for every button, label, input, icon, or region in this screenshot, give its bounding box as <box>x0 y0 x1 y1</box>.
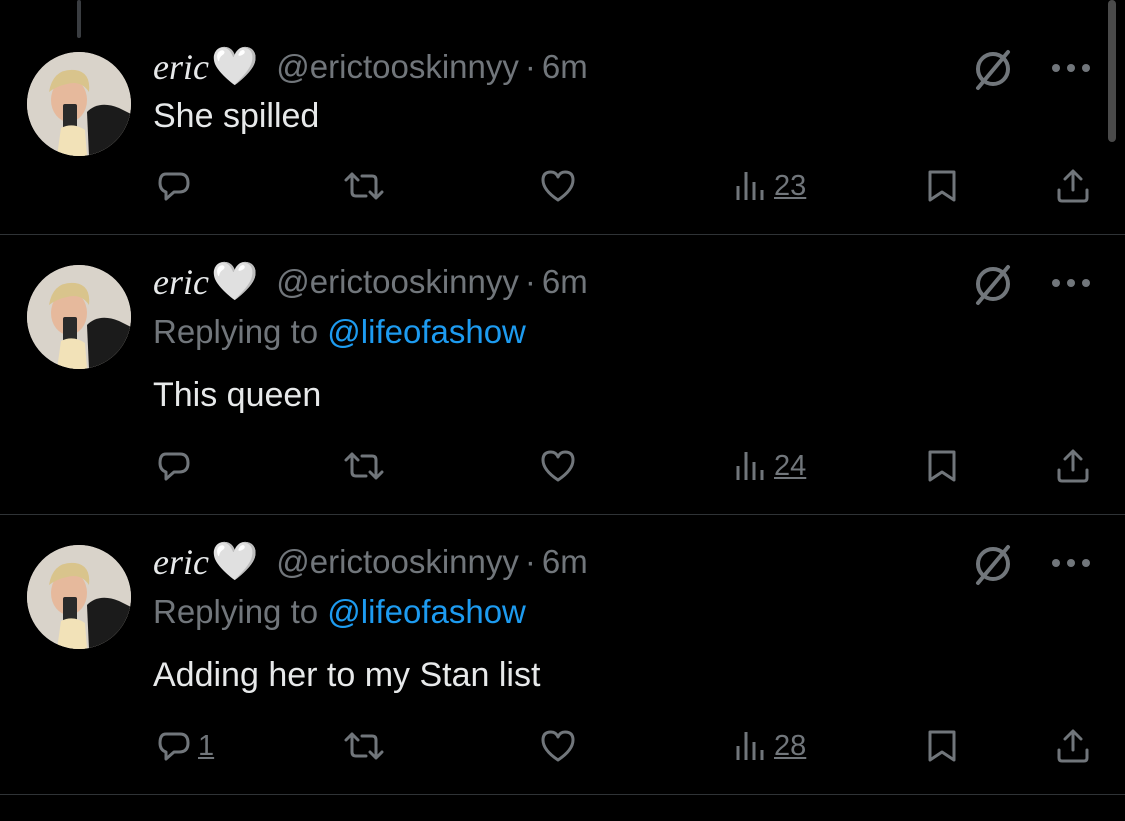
tweet[interactable]: eric 🤍 @erictooskinnyy · 6m She spilled … <box>0 0 1125 235</box>
share-icon <box>1057 729 1089 763</box>
tweet-timestamp[interactable]: 6m <box>542 48 588 86</box>
avatar[interactable] <box>27 545 131 649</box>
tweet-actions: 1 28 <box>0 721 1125 771</box>
separator-dot: · <box>524 543 536 580</box>
author-handle[interactable]: @erictooskinnyy <box>276 263 519 301</box>
share-icon <box>1057 449 1089 483</box>
replying-to-link[interactable]: @lifeofashow <box>327 313 526 350</box>
views-button[interactable]: 24 <box>734 448 806 484</box>
retweet-button[interactable] <box>342 168 386 204</box>
tweet-text: This queen <box>153 376 322 414</box>
replying-to: Replying to @lifeofashow <box>153 593 526 631</box>
retweet-icon <box>344 172 384 200</box>
retweet-button[interactable] <box>342 728 386 764</box>
avatar[interactable] <box>27 265 131 369</box>
retweet-button[interactable] <box>342 448 386 484</box>
tweet-header: eric 🤍 @erictooskinnyy · 6m <box>153 542 588 582</box>
tweet-actions: 24 <box>0 441 1125 491</box>
share-button[interactable] <box>1055 448 1091 484</box>
tweet-timestamp[interactable]: 6m <box>542 543 588 581</box>
grok-icon[interactable] <box>968 259 1018 309</box>
views-icon <box>736 732 764 760</box>
reply-icon <box>158 452 190 481</box>
replying-to-label: Replying to <box>153 593 319 630</box>
views-count: 24 <box>774 449 807 482</box>
heart-emoji: 🤍 <box>210 46 259 88</box>
heart-emoji: 🤍 <box>210 261 259 303</box>
reply-icon <box>158 732 190 761</box>
author-name[interactable]: eric <box>153 261 209 303</box>
more-icon[interactable] <box>1048 58 1094 78</box>
like-button[interactable] <box>539 728 577 764</box>
reply-button[interactable]: 1 <box>156 728 214 764</box>
share-button[interactable] <box>1055 728 1091 764</box>
avatar[interactable] <box>27 52 131 156</box>
bookmark-button[interactable] <box>924 168 960 204</box>
reply-button[interactable] <box>156 448 198 484</box>
heart-emoji: 🤍 <box>210 541 259 583</box>
replying-to-label: Replying to <box>153 313 319 350</box>
retweet-icon <box>344 452 384 480</box>
tweet-timestamp[interactable]: 6m <box>542 263 588 301</box>
author-name[interactable]: eric <box>153 46 209 88</box>
views-icon <box>736 452 764 480</box>
reply-button[interactable] <box>156 168 198 204</box>
tweet-text: She spilled <box>153 97 320 135</box>
bookmark-icon <box>928 450 956 482</box>
views-count: 28 <box>774 729 807 762</box>
like-icon <box>541 170 575 202</box>
grok-icon[interactable] <box>968 44 1018 94</box>
tweet[interactable]: eric 🤍 @erictooskinnyy · 6m Replying to … <box>0 515 1125 795</box>
author-handle[interactable]: @erictooskinnyy <box>276 543 519 581</box>
like-button[interactable] <box>539 448 577 484</box>
like-button[interactable] <box>539 168 577 204</box>
share-button[interactable] <box>1055 168 1091 204</box>
tweet-header: eric 🤍 @erictooskinnyy · 6m <box>153 262 588 302</box>
tweet[interactable]: eric 🤍 @erictooskinnyy · 6m Replying to … <box>0 235 1125 515</box>
bookmark-icon <box>928 730 956 762</box>
reply-icon <box>158 172 190 201</box>
separator-dot: · <box>524 48 536 85</box>
bookmark-button[interactable] <box>924 728 960 764</box>
replying-to-link[interactable]: @lifeofashow <box>327 593 526 630</box>
author-name[interactable]: eric <box>153 541 209 583</box>
views-count: 23 <box>774 169 807 202</box>
tweet-header: eric 🤍 @erictooskinnyy · 6m <box>153 47 588 87</box>
views-button[interactable]: 23 <box>734 168 806 204</box>
separator-dot: · <box>524 263 536 300</box>
more-icon[interactable] <box>1048 273 1094 293</box>
replying-to: Replying to @lifeofashow <box>153 313 526 351</box>
like-icon <box>541 450 575 482</box>
bookmark-icon <box>928 170 956 202</box>
retweet-icon <box>344 732 384 760</box>
views-icon <box>736 172 764 200</box>
tweet-actions: 23 <box>0 161 1125 211</box>
reply-count: 1 <box>198 729 215 762</box>
more-icon[interactable] <box>1048 553 1094 573</box>
bookmark-button[interactable] <box>924 448 960 484</box>
tweet-text: Adding her to my Stan list <box>153 656 541 694</box>
share-icon <box>1057 169 1089 203</box>
like-icon <box>541 730 575 762</box>
grok-icon[interactable] <box>968 539 1018 589</box>
author-handle[interactable]: @erictooskinnyy <box>276 48 519 86</box>
views-button[interactable]: 28 <box>734 728 806 764</box>
